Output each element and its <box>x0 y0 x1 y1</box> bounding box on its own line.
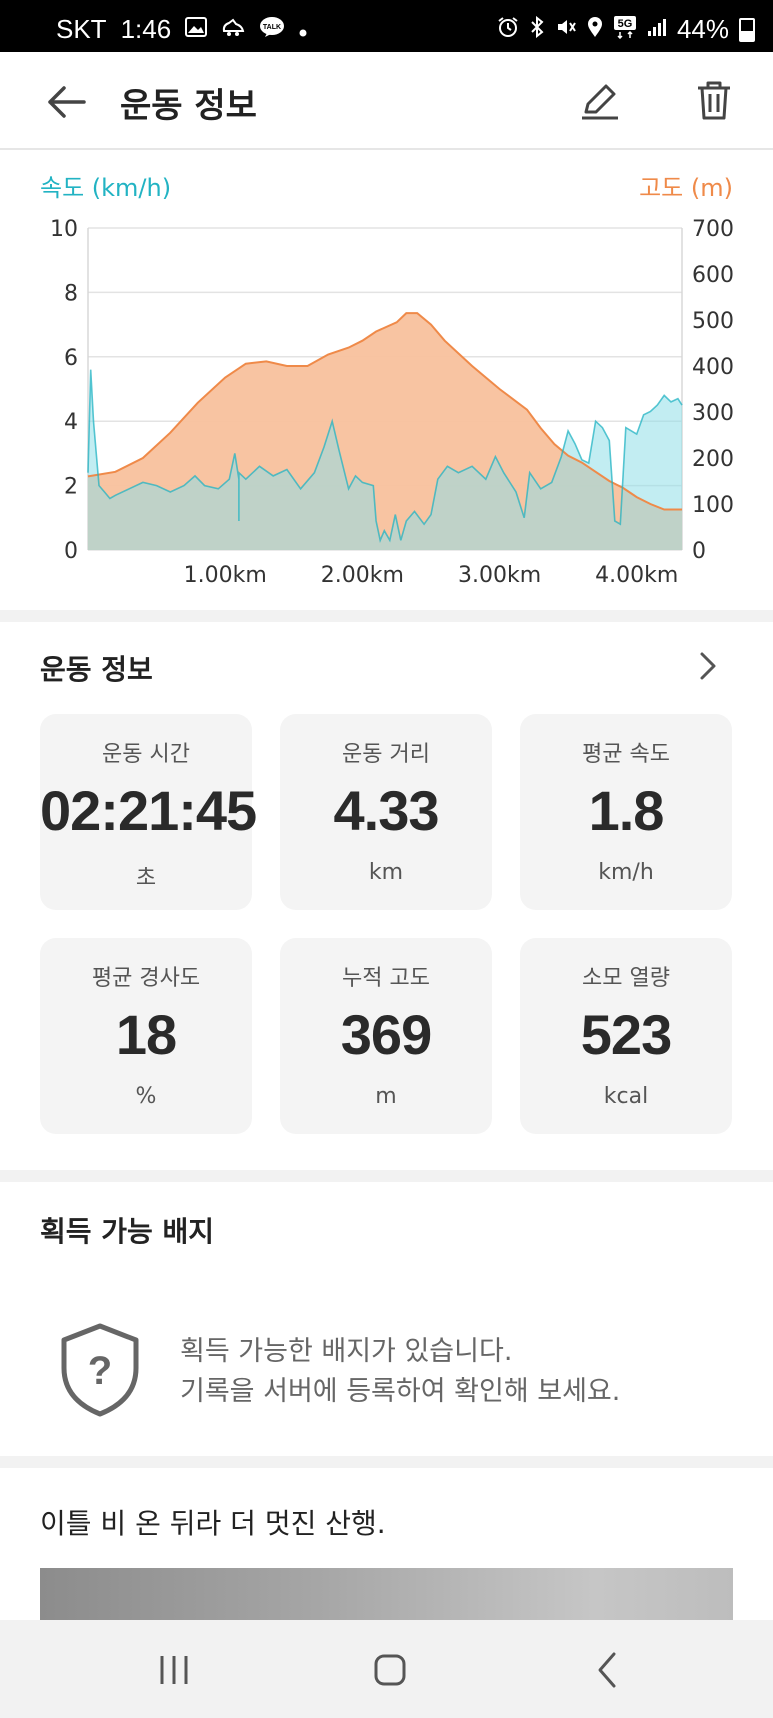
trash-icon <box>698 81 730 120</box>
stat-elevation-gain: 누적 고도 369 m <box>280 938 492 1134</box>
y-left-tick-label: 4 <box>64 410 78 435</box>
nav-back-icon <box>598 1652 616 1688</box>
stat-unit: kcal <box>603 1084 649 1109</box>
speed-axis-label: 속도 (km/h) <box>40 174 172 202</box>
network-label: 5G <box>618 18 633 30</box>
stat-unit: km <box>368 860 404 885</box>
stat-unit: m <box>375 1084 397 1109</box>
y-right-tick-label: 200 <box>692 447 734 472</box>
stat-calories: 소모 열량 523 kcal <box>520 938 732 1134</box>
available-badges-card: 획득 가능 배지 ? 획득 가능한 배지가 있습니다. 기록을 서버에 등록하여… <box>0 1182 773 1456</box>
y-right-tick-label: 500 <box>692 309 734 334</box>
system-nav-bar <box>0 1620 773 1718</box>
stat-unit: % <box>135 1084 157 1109</box>
recents-icon <box>160 1656 188 1684</box>
gallery-icon <box>185 16 208 43</box>
memo-photo[interactable] <box>40 1568 733 1620</box>
status-bar: SKT 1:46 TALK 5G 44% <box>0 0 773 52</box>
stat-label: 누적 고도 <box>342 966 430 991</box>
y-left-tick-label: 8 <box>64 281 78 306</box>
pencil-icon <box>582 84 618 120</box>
edit-button[interactable] <box>578 78 622 122</box>
battery-icon <box>739 17 755 42</box>
stat-distance: 운동 거리 4.33 km <box>280 714 492 910</box>
chevron-right-icon <box>700 652 716 680</box>
page-title: 운동 정보 <box>120 86 257 126</box>
talk-icon: TALK <box>259 16 285 44</box>
stat-avg-slope: 평균 경사도 18 % <box>40 938 252 1134</box>
y-left-tick-label: 0 <box>64 539 78 564</box>
alarm-icon <box>497 16 519 44</box>
y-left-tick-label: 2 <box>64 475 78 500</box>
stat-label: 운동 시간 <box>102 742 190 767</box>
stat-label: 평균 경사도 <box>91 966 201 991</box>
delete-button[interactable] <box>692 78 736 122</box>
y-left-tick-label: 6 <box>64 346 78 371</box>
x-tick-label: 4.00km <box>595 563 678 586</box>
x-tick-label: 2.00km <box>321 563 404 586</box>
y-right-tick-label: 0 <box>692 539 706 564</box>
speed-altitude-chart-card: 속도 (km/h) 고도 (m) 0 2 4 6 8 10 0 100 200 300 400 500… <box>0 150 773 610</box>
app-bar: 운동 정보 <box>0 52 773 150</box>
workout-info-more-button[interactable] <box>694 650 722 682</box>
5g-icon: 5G <box>613 15 637 45</box>
badges-message-line2: 기록을 서버에 등록하여 확인해 보세요. <box>180 1376 621 1407</box>
battery-percent: 44% <box>676 14 729 44</box>
carrier: SKT <box>56 14 107 44</box>
stat-value: 1.8 <box>588 779 665 842</box>
stat-duration: 운동 시간 02:21:45 초 <box>40 714 257 910</box>
stat-avg-speed: 평균 속도 1.8 km/h <box>520 714 732 910</box>
altitude-axis-label: 고도 (m) <box>639 174 733 202</box>
memo-card: 이틀 비 온 뒤라 더 멋진 산행. <box>0 1468 773 1620</box>
recents-button[interactable] <box>154 1650 194 1690</box>
stat-label: 평균 속도 <box>582 742 670 767</box>
workout-info-header: 운동 정보 <box>40 653 153 686</box>
y-right-tick-label: 700 <box>692 217 734 242</box>
speed-altitude-chart[interactable]: 024681001002003004005006007001.00km 2.00k… <box>0 206 773 586</box>
stat-value: 523 <box>580 1003 672 1066</box>
signal-icon <box>647 17 667 43</box>
y-right-tick-label: 600 <box>692 263 734 288</box>
stat-value: 4.33 <box>333 779 440 842</box>
mute-icon <box>555 16 577 44</box>
location-icon <box>587 16 603 44</box>
workout-info-card: 운동 정보 운동 시간 02:21:45 초 운동 거리 4.33 km 평균 … <box>0 622 773 1170</box>
badges-header: 획득 가능 배지 <box>40 1215 215 1248</box>
svg-text:TALK: TALK <box>263 24 281 31</box>
x-tick-label: 3.00km <box>458 563 541 586</box>
bluetooth-icon <box>529 15 545 44</box>
x-tick-label: 1.00km <box>184 563 267 586</box>
stat-value: 369 <box>340 1003 432 1066</box>
y-right-tick-label: 100 <box>692 493 734 518</box>
y-right-tick-label: 400 <box>692 355 734 380</box>
badges-message: 획득 가능한 배지가 있습니다. 기록을 서버에 등록하여 확인해 보세요. <box>180 1332 620 1412</box>
stat-label: 운동 거리 <box>342 742 430 767</box>
stat-unit: km/h <box>598 860 654 885</box>
stat-value: 18 <box>115 1003 177 1066</box>
svg-text:?: ? <box>88 1349 112 1393</box>
nav-back-button[interactable] <box>588 1650 628 1690</box>
stat-label: 소모 열량 <box>582 966 670 991</box>
stat-unit: 초 <box>135 866 157 891</box>
sneaker-icon <box>221 16 245 44</box>
badges-message-line1: 획득 가능한 배지가 있습니다. <box>180 1336 513 1367</box>
y-right-tick-label: 300 <box>692 401 734 426</box>
memo-text: 이틀 비 온 뒤라 더 멋진 산행. <box>40 1507 386 1540</box>
back-button[interactable] <box>44 80 88 124</box>
y-left-tick-label: 10 <box>50 217 78 242</box>
clock: 1:46 <box>120 14 172 44</box>
dot-icon <box>299 17 307 43</box>
home-button[interactable] <box>370 1650 410 1690</box>
home-icon <box>374 1654 406 1686</box>
shield-question-icon: ? <box>58 1322 142 1418</box>
stat-value: 02:21:45 <box>40 779 257 842</box>
arrow-left-icon <box>48 86 86 118</box>
